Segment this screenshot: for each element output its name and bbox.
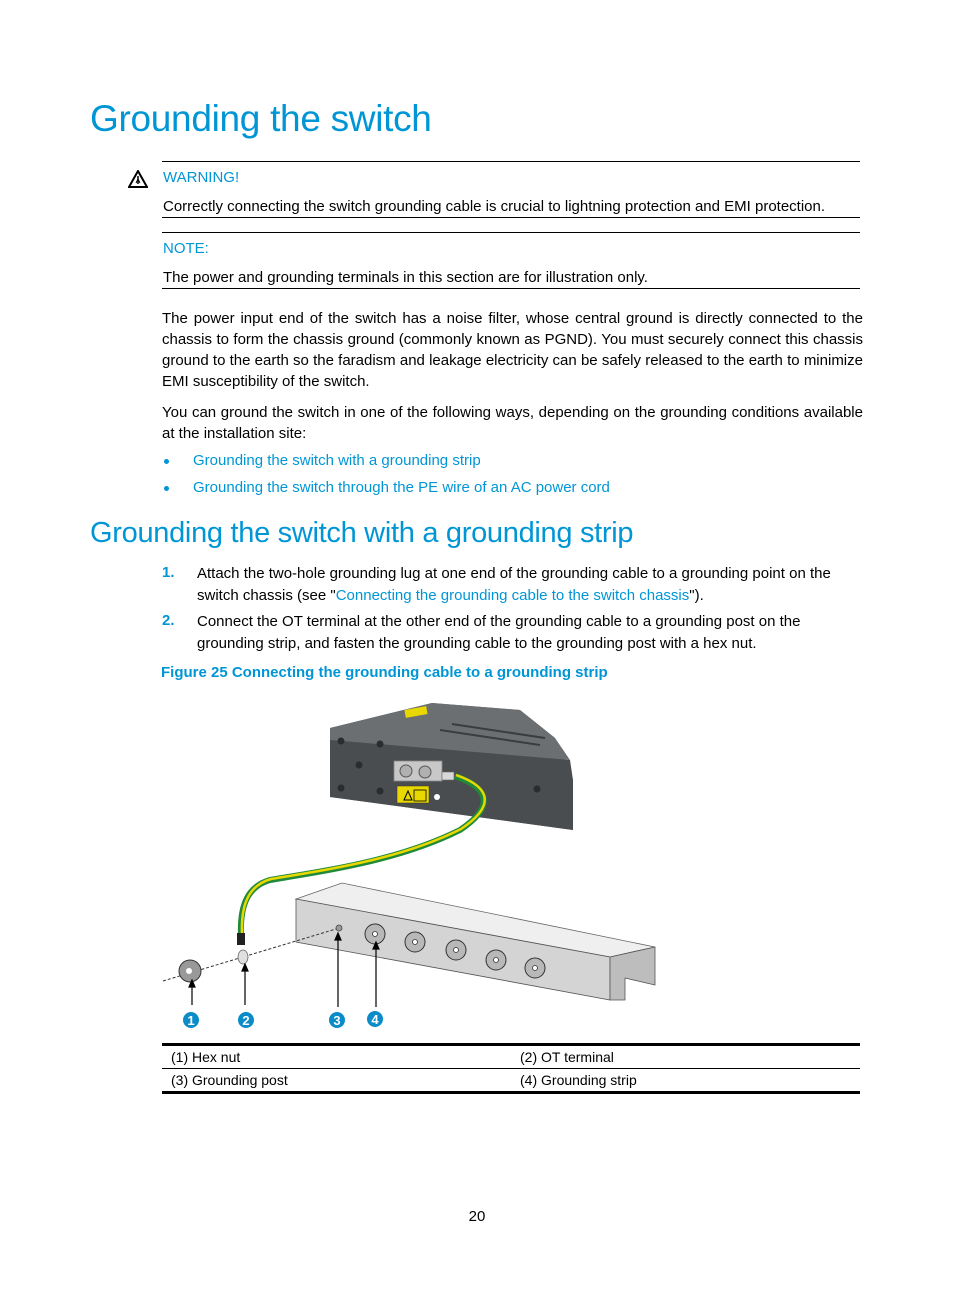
bullet-dot-icon [164, 459, 169, 464]
grounding-illustration: 1 2 3 4 [162, 703, 656, 1028]
bullet-dot-icon [164, 486, 169, 491]
legend-row: (3) Grounding post (4) Grounding strip [162, 1068, 860, 1094]
link-grounding-strip[interactable]: Grounding the switch with a grounding st… [193, 452, 481, 469]
legend-cell: (3) Grounding post [162, 1068, 512, 1094]
warning-triangle-icon [128, 170, 148, 188]
warning-label: WARNING! [163, 169, 240, 186]
hex-nut-illustration [178, 959, 202, 983]
callout-1: 1 [183, 1012, 199, 1028]
page-title: Grounding the switch [90, 98, 432, 139]
link-chassis-grounding[interactable]: Connecting the grounding cable to the sw… [336, 587, 690, 604]
legend-cell: (1) Hex nut [162, 1043, 512, 1069]
callout-3: 3 [329, 1012, 345, 1028]
step-1-text-end: "). [689, 587, 704, 604]
grounding-strip-illustration [294, 882, 656, 1001]
callout-4-label: 4 [371, 1012, 379, 1027]
warning-text: Correctly connecting the switch groundin… [163, 198, 826, 215]
section-heading: Grounding the switch with a grounding st… [90, 517, 634, 549]
note-bottom-rule [162, 288, 860, 289]
link-pe-wire[interactable]: Grounding the switch through the PE wire… [193, 479, 610, 496]
legend-cell: (4) Grounding strip [511, 1068, 860, 1094]
callout-2-label: 2 [242, 1013, 249, 1028]
figure-caption: Figure 25 Connecting the grounding cable… [161, 664, 608, 681]
warning-bottom-rule [162, 217, 860, 218]
intro-paragraph: The power input end of the switch has a … [162, 310, 863, 390]
note-top-rule [162, 232, 860, 233]
note-label: NOTE: [163, 240, 209, 257]
step-number: 2. [162, 612, 175, 629]
ot-terminal-illustration [237, 949, 249, 965]
step-text: Connect the OT terminal at the other end… [197, 613, 801, 652]
ways-paragraph: You can ground the switch in one of the … [162, 404, 863, 442]
note-text: The power and grounding terminals in thi… [163, 269, 648, 286]
callout-4: 4 [367, 1011, 383, 1027]
callout-2: 2 [238, 1012, 254, 1028]
step-text: Attach the two-hole grounding lug at one… [197, 563, 867, 607]
page-number: 20 [468, 1208, 486, 1225]
callout-1-label: 1 [187, 1013, 194, 1028]
callout-3-label: 3 [333, 1013, 340, 1028]
step-number: 1. [162, 564, 175, 581]
legend-cell: (2) OT terminal [511, 1043, 860, 1069]
switch-chassis [330, 703, 573, 830]
legend-row: (1) Hex nut (2) OT terminal [162, 1043, 860, 1069]
figure-legend-table: (1) Hex nut (2) OT terminal (3) Groundin… [162, 1043, 860, 1094]
warning-top-rule [162, 161, 860, 162]
